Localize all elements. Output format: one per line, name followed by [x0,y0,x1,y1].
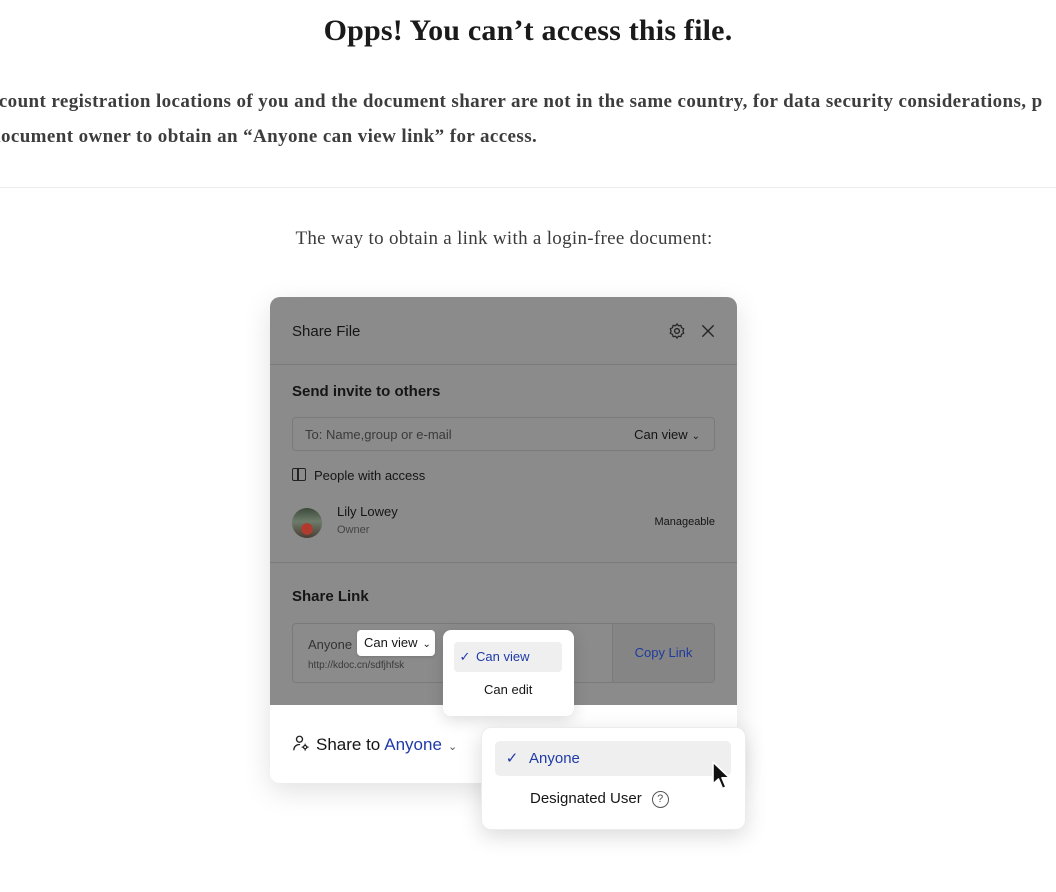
invite-permission-select[interactable]: Can view ⌄ [634,427,700,442]
permission-option-label: Can view [476,649,530,664]
check-icon: ✓ [459,649,471,664]
user-name: Lily Lowey [337,504,398,519]
link-permission-select[interactable]: Can view ⌄ [357,630,435,656]
share-to-label: Share to [316,735,381,754]
mouse-cursor-icon [712,761,731,790]
people-with-access: People with access [292,468,425,483]
invite-placeholder: To: Name,group or e-mail [305,427,452,442]
copy-link-button[interactable]: Copy Link [612,624,714,682]
link-url: http://kdoc.cn/sdfjhfsk [308,660,405,671]
scope-option-designated-user[interactable]: Designated User? [495,781,731,816]
user-settings-icon [293,735,309,751]
share-to-row: Share to Anyone ⌄ [292,734,457,755]
chevron-down-icon: ⌄ [422,639,431,650]
share-to-select[interactable]: Anyone ⌄ [384,735,457,754]
divider [0,187,1056,188]
help-icon[interactable]: ? [651,791,669,808]
instruction-subtitle: The way to obtain a link with a login-fr… [295,228,713,249]
invite-heading: Send invite to others [292,383,441,400]
section-divider [270,562,737,563]
dialog-header: Share File [270,297,737,365]
people-icon [292,468,306,481]
chevron-down-icon: ⌄ [447,741,458,753]
share-to-value: Anyone [384,735,442,754]
copy-link-label: Copy Link [634,645,693,660]
permission-option-can-view[interactable]: ✓ Can view [454,642,562,672]
people-with-access-label: People with access [314,468,426,483]
check-icon: ✓ [505,750,519,767]
gear-icon[interactable] [668,322,686,340]
invite-input[interactable]: To: Name,group or e-mail Can view ⌄ [292,417,715,451]
page-title: Opps! You can’t access this file. [323,14,733,47]
link-scope-label: Anyone [308,637,353,652]
page-description: ccount registration locations of you and… [0,84,1056,154]
scope-option-anyone[interactable]: ✓ Anyone [495,741,731,776]
scope-option-label: Anyone [529,750,580,767]
chevron-down-icon: ⌄ [691,431,700,442]
avatar [292,508,322,538]
permission-dropdown: ✓ Can view Can edit [443,630,574,716]
description-line-2: document owner to obtain an “Anyone can … [0,126,538,147]
user-permission[interactable]: Manageable [654,516,715,528]
invite-permission-label: Can view [634,427,688,442]
permission-option-label: Can edit [484,682,533,697]
close-icon[interactable] [699,322,717,340]
description-line-1: ccount registration locations of you and… [0,91,1043,112]
user-role: Owner [337,524,370,536]
share-scope-dropdown: ✓ Anyone Designated User? [481,727,746,830]
link-permission-label: Can view [364,635,418,650]
share-link-heading: Share Link [292,588,369,605]
scope-option-label: Designated User [530,790,642,807]
dialog-title: Share File [292,323,361,340]
permission-option-can-edit[interactable]: Can edit [454,675,562,705]
